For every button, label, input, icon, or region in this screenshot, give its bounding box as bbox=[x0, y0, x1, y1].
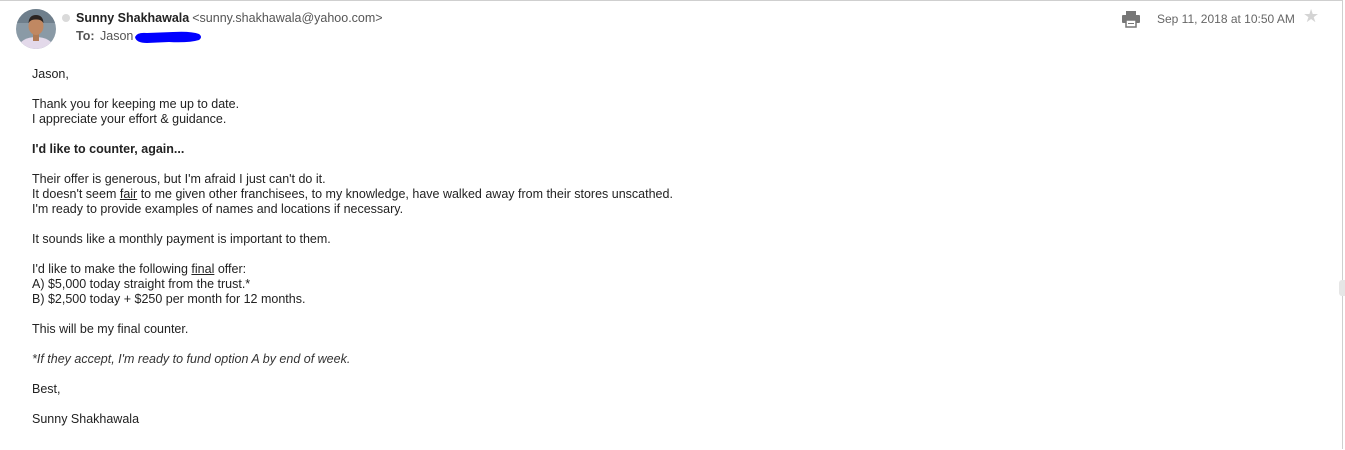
body-line: Thank you for keeping me up to date. bbox=[32, 97, 240, 111]
sender-name[interactable]: Sunny Shakhawala bbox=[76, 11, 189, 25]
star-icon[interactable]: ★ bbox=[1303, 7, 1319, 25]
closing: Best, bbox=[32, 382, 61, 396]
paragraph-thanks: Thank you for keeping me up to date. I a… bbox=[32, 97, 1032, 127]
body-text: offer: bbox=[214, 262, 247, 276]
body-text: to me given other franchisees, to my kno… bbox=[137, 187, 673, 201]
redaction-mark bbox=[135, 31, 201, 43]
paragraph-offer-response: Their offer is generous, but I'm afraid … bbox=[32, 172, 1032, 217]
underlined-word-final: final bbox=[191, 262, 215, 276]
avatar-photo bbox=[16, 9, 56, 49]
to-line: To: Jason bbox=[76, 29, 133, 43]
recipient-name[interactable]: Jason bbox=[100, 29, 133, 43]
from-line: Sunny Shakhawala <sunny.shakhawala@yahoo.… bbox=[76, 11, 383, 25]
body-text: It doesn't seem bbox=[32, 187, 120, 201]
paragraph-final-counter: This will be my final counter. bbox=[32, 322, 189, 336]
body-line: I'm ready to provide examples of names a… bbox=[32, 202, 404, 216]
message-body: Jason, Thank you for keeping me up to da… bbox=[32, 67, 1032, 442]
sender-avatar[interactable] bbox=[16, 9, 56, 49]
to-label: To: bbox=[76, 29, 95, 43]
option-b: B) $2,500 today + $250 per month for 12 … bbox=[32, 292, 306, 306]
counter-heading: I'd like to counter, again... bbox=[32, 142, 185, 156]
signature: Sunny Shakhawala bbox=[32, 412, 140, 426]
presence-status-dot bbox=[62, 14, 70, 22]
body-line: I appreciate your effort & guidance. bbox=[32, 112, 227, 126]
underlined-word-fair: fair bbox=[119, 187, 138, 201]
paragraph-monthly-payment: It sounds like a monthly payment is impo… bbox=[32, 232, 331, 246]
paragraph-final-offer: I'd like to make the following final off… bbox=[32, 262, 1032, 307]
sender-email[interactable]: <sunny.shakhawala@yahoo.com> bbox=[192, 11, 382, 25]
body-line: I'd like to make the following final off… bbox=[32, 262, 1032, 277]
greeting: Jason, bbox=[32, 67, 69, 81]
paragraph-footnote: *If they accept, I'm ready to fund optio… bbox=[32, 352, 351, 366]
option-a: A) $5,000 today straight from the trust.… bbox=[32, 277, 251, 291]
message-date: Sep 11, 2018 at 10:50 AM bbox=[1157, 12, 1295, 26]
scroll-handle[interactable] bbox=[1339, 280, 1345, 296]
print-icon[interactable] bbox=[1120, 10, 1142, 28]
body-line: It doesn't seem fair to me given other f… bbox=[32, 187, 1032, 202]
body-line: Their offer is generous, but I'm afraid … bbox=[32, 172, 326, 186]
body-text: I'd like to make the following bbox=[32, 262, 192, 276]
